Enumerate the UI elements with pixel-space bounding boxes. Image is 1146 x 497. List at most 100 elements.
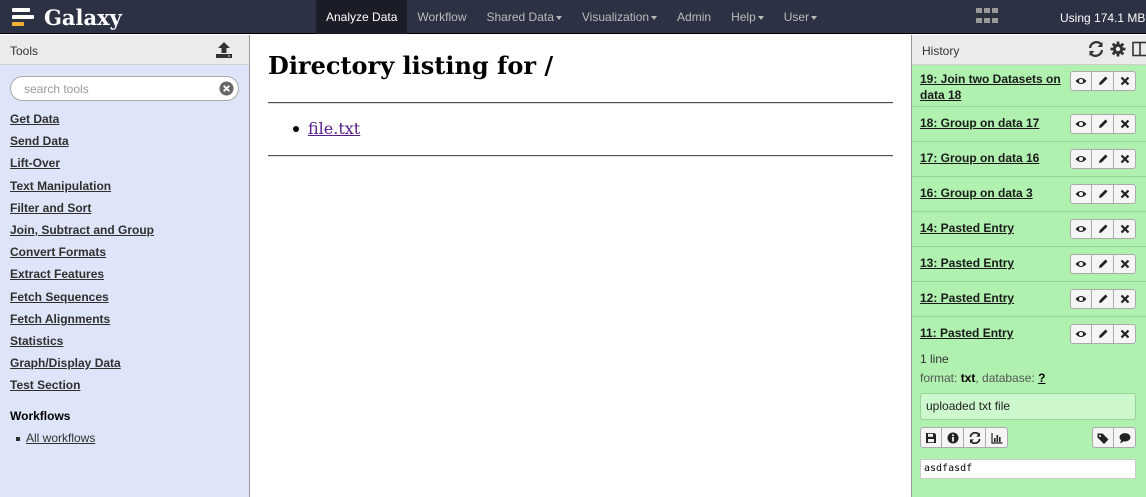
- pencil-icon: [1098, 259, 1107, 268]
- tool-section-join-subtract-group[interactable]: Join, Subtract and Group: [10, 222, 154, 244]
- caret-down-icon: [651, 15, 658, 20]
- edit-button[interactable]: [1092, 254, 1114, 274]
- workflows-title: Workflows: [10, 409, 71, 423]
- tool-section-test-section[interactable]: Test Section: [10, 377, 154, 399]
- database-link[interactable]: ?: [1038, 371, 1045, 385]
- nav-visualization[interactable]: Visualization: [572, 0, 667, 34]
- display-button[interactable]: [1070, 324, 1092, 344]
- pencil-icon: [1098, 76, 1107, 85]
- tool-section-lift-over[interactable]: Lift-Over: [10, 155, 154, 177]
- scratchbook-grid-icon[interactable]: [976, 8, 1000, 26]
- dataset-title[interactable]: 19: Join two Datasets on data 18: [920, 71, 1065, 103]
- columns-icon[interactable]: [1132, 41, 1146, 57]
- dataset-title[interactable]: 13: Pasted Entry: [920, 255, 1014, 271]
- caret-down-icon: [555, 15, 562, 20]
- nav-user[interactable]: User: [774, 0, 827, 34]
- dataset-title[interactable]: 14: Pasted Entry: [920, 220, 1014, 236]
- tool-section-extract-features[interactable]: Extract Features: [10, 266, 154, 288]
- download-button[interactable]: [920, 427, 942, 448]
- tool-section-send-data[interactable]: Send Data: [10, 133, 154, 155]
- delete-button[interactable]: [1114, 254, 1136, 274]
- delete-button[interactable]: [1114, 219, 1136, 239]
- edit-button[interactable]: [1092, 324, 1114, 344]
- annotation-button[interactable]: [1114, 427, 1136, 448]
- tool-section-text-manipulation[interactable]: Text Manipulation: [10, 178, 154, 200]
- eye-icon: [1075, 191, 1087, 197]
- clear-search-icon[interactable]: [219, 81, 234, 96]
- history-dataset[interactable]: 16: Group on data 3: [912, 177, 1146, 212]
- pencil-icon: [1098, 294, 1107, 303]
- nav-analyze-data[interactable]: Analyze Data: [316, 0, 408, 34]
- display-button[interactable]: [1070, 254, 1092, 274]
- history-dataset-expanded[interactable]: 11: Pasted Entry 1 line format: txt, dat…: [912, 317, 1146, 497]
- dataset-title[interactable]: 16: Group on data 3: [920, 185, 1033, 201]
- close-icon: [1120, 154, 1129, 164]
- edit-button[interactable]: [1092, 184, 1114, 204]
- nav-label: Visualization: [581, 10, 650, 24]
- tool-section-get-data[interactable]: Get Data: [10, 111, 154, 133]
- delete-button[interactable]: [1114, 114, 1136, 134]
- edit-button[interactable]: [1092, 71, 1114, 91]
- history-dataset[interactable]: 18: Group on data 17: [912, 107, 1146, 142]
- nav-admin[interactable]: Admin: [667, 0, 721, 34]
- comment-icon: [1119, 432, 1130, 443]
- tool-section-fetch-alignments[interactable]: Fetch Alignments: [10, 311, 154, 333]
- history-dataset[interactable]: 12: Pasted Entry: [912, 282, 1146, 317]
- upload-icon[interactable]: [215, 41, 233, 59]
- dataset-title[interactable]: 17: Group on data 16: [920, 150, 1039, 166]
- secondary-actions: [1092, 427, 1136, 448]
- tool-section-fetch-sequences[interactable]: Fetch Sequences: [10, 289, 154, 311]
- gear-icon[interactable]: [1110, 41, 1126, 57]
- history-dataset[interactable]: 14: Pasted Entry: [912, 212, 1146, 247]
- pencil-icon: [1098, 189, 1107, 198]
- display-button[interactable]: [1070, 71, 1092, 91]
- edit-button[interactable]: [1092, 114, 1114, 134]
- rerun-button[interactable]: [964, 427, 986, 448]
- format-value: txt: [960, 371, 976, 385]
- pencil-icon: [1098, 154, 1107, 163]
- dataset-actions: [920, 427, 1138, 448]
- tool-section-statistics[interactable]: Statistics: [10, 333, 154, 355]
- history-dataset[interactable]: 19: Join two Datasets on data 18: [912, 65, 1146, 107]
- dataset-title[interactable]: 18: Group on data 17: [920, 115, 1039, 131]
- eye-icon: [1075, 121, 1087, 127]
- nav-help[interactable]: Help: [721, 0, 774, 34]
- dataset-title[interactable]: 11: Pasted Entry: [920, 325, 1013, 341]
- edit-button[interactable]: [1092, 219, 1114, 239]
- details-button[interactable]: [942, 427, 964, 448]
- history-dataset[interactable]: 13: Pasted Entry: [912, 247, 1146, 282]
- bullet-icon: [16, 436, 20, 441]
- delete-button[interactable]: [1114, 71, 1136, 91]
- delete-button[interactable]: [1114, 289, 1136, 309]
- delete-button[interactable]: [1114, 149, 1136, 169]
- display-button[interactable]: [1070, 149, 1092, 169]
- tool-section-convert-formats[interactable]: Convert Formats: [10, 244, 154, 266]
- refresh-icon[interactable]: [1088, 41, 1104, 57]
- tool-section-graph-display-data[interactable]: Graph/Display Data: [10, 355, 154, 377]
- caret-down-icon: [811, 15, 818, 20]
- display-button[interactable]: [1070, 184, 1092, 204]
- file-link[interactable]: file.txt: [308, 119, 360, 138]
- tool-search-input[interactable]: [24, 77, 214, 100]
- nav-shared-data[interactable]: Shared Data: [477, 0, 572, 34]
- history-dataset[interactable]: 17: Group on data 16: [912, 142, 1146, 177]
- close-icon: [1120, 119, 1129, 129]
- delete-button[interactable]: [1114, 324, 1136, 344]
- display-button[interactable]: [1070, 289, 1092, 309]
- history-panel: History 19: Join two Datasets on data 18…: [911, 35, 1146, 497]
- brand[interactable]: Galaxy: [12, 4, 122, 30]
- dataset-title[interactable]: 12: Pasted Entry: [920, 290, 1014, 306]
- all-workflows-link[interactable]: All workflows: [26, 431, 95, 445]
- delete-button[interactable]: [1114, 184, 1136, 204]
- edit-button[interactable]: [1092, 149, 1114, 169]
- edit-button[interactable]: [1092, 289, 1114, 309]
- nav-workflow[interactable]: Workflow: [407, 0, 476, 34]
- display-button[interactable]: [1070, 219, 1092, 239]
- pencil-icon: [1098, 329, 1107, 338]
- visualize-button[interactable]: [986, 427, 1008, 448]
- history-dataset-list: 19: Join two Datasets on data 18 18: Gro…: [912, 65, 1146, 497]
- tags-button[interactable]: [1092, 427, 1114, 448]
- tool-section-filter-and-sort[interactable]: Filter and Sort: [10, 200, 154, 222]
- quota-meter: Using 174.1 MB: [1060, 11, 1146, 25]
- display-button[interactable]: [1070, 114, 1092, 134]
